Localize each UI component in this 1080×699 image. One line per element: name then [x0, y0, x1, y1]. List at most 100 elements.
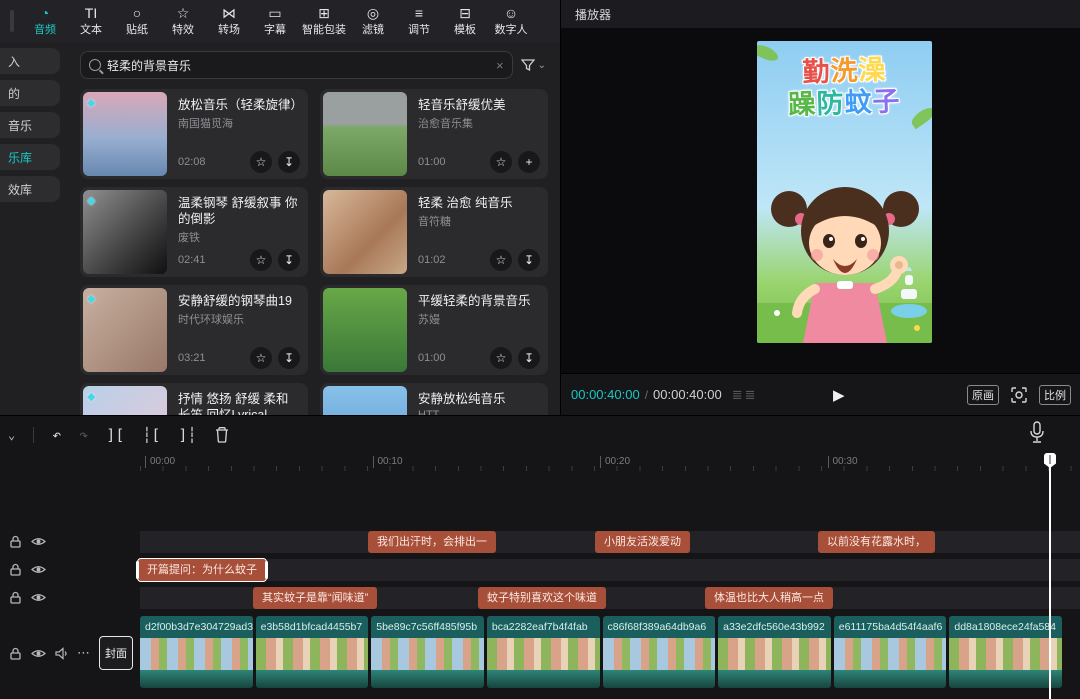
sidebar-item[interactable]: 音乐 ⌄ — [0, 112, 60, 138]
redo-icon[interactable]: ↷ — [79, 426, 88, 444]
record-microphone-icon[interactable] — [1028, 421, 1046, 445]
favorite-star-button[interactable]: ☆ — [250, 151, 272, 173]
top-tab[interactable]: TI 文本 — [68, 0, 114, 42]
aspect-ratio-button[interactable]: 比例 — [1039, 385, 1071, 405]
more-options-icon[interactable]: ⋯ — [77, 645, 91, 661]
sidebar-item[interactable]: 效库 ⌄ — [0, 176, 60, 202]
frame-list-icon[interactable]: ≣≣ — [732, 387, 758, 403]
timecode-separator: / — [645, 388, 648, 402]
subtitle-chip[interactable]: 蚊子特别喜欢这个味道 — [478, 587, 606, 609]
music-thumbnail: ◆ — [83, 92, 167, 176]
clip-filename: a33e2dfc560e43b992 — [718, 616, 831, 638]
top-tab-label: 滤镜 — [362, 23, 384, 37]
music-card[interactable]: 平缓轻柔的背景音乐 苏嫚 01:00 ☆ ↧ — [320, 285, 548, 375]
sidebar-item[interactable]: 的 ⌄ — [0, 80, 60, 106]
top-tab[interactable]: ◔ 音频 — [22, 0, 68, 42]
favorite-star-button[interactable]: ☆ — [490, 151, 512, 173]
eye-icon[interactable] — [31, 590, 46, 605]
subtitle-chip[interactable]: 体温也比大人稍高一点 — [705, 587, 833, 609]
download-add-button[interactable]: ↧ — [518, 347, 540, 369]
delete-trash-icon[interactable] — [214, 426, 230, 443]
favorite-star-button[interactable]: ☆ — [250, 347, 272, 369]
undo-icon[interactable]: ↶ — [52, 426, 61, 444]
fullscreen-focus-icon[interactable] — [1011, 387, 1027, 403]
sidebar-item[interactable]: 入 ⌄ — [0, 48, 60, 74]
video-clip[interactable]: a33e2dfc560e43b992 — [718, 616, 831, 688]
favorite-star-button[interactable]: ☆ — [490, 347, 512, 369]
download-add-button[interactable]: ↧ — [518, 249, 540, 271]
music-card[interactable]: ◆ 抒情 悠扬 舒缓 柔和 长笛 回忆Lyrical melodious ☆ ↧ — [80, 383, 308, 415]
clip-thumbnail-strip — [834, 638, 947, 670]
subtitle-chip[interactable]: 我们出汗时，会排出一 — [368, 531, 496, 553]
top-tab[interactable]: ☺ 数字人 — [488, 0, 534, 42]
vip-diamond-icon: ◆ — [87, 194, 95, 207]
music-card[interactable]: ◆ 安静舒缓的钢琴曲19 时代环球娱乐 03:21 ☆ ↧ — [80, 285, 308, 375]
video-clip[interactable]: e611175ba4d54f4aaf6 — [834, 616, 947, 688]
clip-audio-strip — [718, 670, 831, 688]
top-tab-label: 文本 — [80, 23, 102, 37]
lock-icon[interactable] — [8, 534, 23, 549]
video-clip[interactable]: dd8a1808ece24fa584 — [949, 616, 1062, 688]
video-clip[interactable]: bca2282eaf7b4f4fab — [487, 616, 600, 688]
video-clip[interactable]: d2f00b3d7e304729ad3 — [140, 616, 253, 688]
music-card-meta: 轻音乐舒缓优美 治愈音乐集 01:00 ☆ + — [410, 89, 548, 179]
favorite-star-button[interactable]: ☆ — [490, 249, 512, 271]
mute-speaker-icon[interactable] — [54, 646, 69, 661]
clip-thumbnail-strip — [487, 638, 600, 670]
music-card[interactable]: 轻柔 治愈 纯音乐 音符糖 01:02 ☆ ↧ — [320, 187, 548, 277]
split-icon[interactable]: ][ — [106, 426, 124, 444]
video-clip[interactable]: 5be89c7c56ff485f95b — [371, 616, 484, 688]
timeline-ruler[interactable]: 00:0000:1000:2000:30 — [140, 453, 1080, 475]
preview-stage[interactable]: 勤洗澡 躁防蚊子 — [561, 28, 1080, 373]
split-keep-left-icon[interactable]: ]┆ — [178, 426, 196, 444]
subtitle-chip[interactable]: 开篇提问：为什么蚊子 — [138, 559, 266, 581]
download-add-button[interactable]: + — [518, 151, 540, 173]
collapse-chevron-icon[interactable]: ⌄ — [8, 428, 15, 442]
split-keep-right-icon[interactable]: ┆[ — [142, 426, 160, 444]
favorite-star-button[interactable]: ☆ — [250, 249, 272, 271]
sidebar-item-label: 乐库 — [8, 149, 32, 166]
top-tab[interactable]: ◎ 滤镜 — [350, 0, 396, 42]
subtitle-chip[interactable]: 以前没有花露水时， — [818, 531, 935, 553]
eye-icon[interactable] — [31, 562, 46, 577]
music-artist: 废铁 — [178, 229, 300, 245]
lock-icon[interactable] — [8, 646, 23, 661]
video-clip[interactable]: c86f68f389a64db9a6 — [603, 616, 716, 688]
search-input[interactable] — [107, 58, 490, 72]
top-tab[interactable]: ▭ 字幕 — [252, 0, 298, 42]
eye-icon[interactable] — [31, 646, 46, 661]
music-title: 抒情 悠扬 舒缓 柔和 长笛 回忆Lyrical melodious — [178, 391, 300, 415]
search-box[interactable]: × — [80, 51, 513, 79]
download-add-button[interactable]: ↧ — [278, 249, 300, 271]
download-add-button[interactable]: ↧ — [278, 151, 300, 173]
top-tab[interactable]: ☆ 特效 — [160, 0, 206, 42]
filter-button[interactable]: ⌄ — [521, 59, 550, 71]
total-timecode: 00:00:40:00 — [653, 387, 722, 402]
music-card[interactable]: ◆ 放松音乐（轻柔旋律） 南国猫觅海 02:08 ☆ ↧ — [80, 89, 308, 179]
music-title: 轻音乐舒缓优美 — [418, 97, 540, 113]
music-thumbnail: ◆ — [83, 190, 167, 274]
music-card[interactable]: 轻音乐舒缓优美 治愈音乐集 01:00 ☆ + — [320, 89, 548, 179]
original-quality-button[interactable]: 原画 — [967, 385, 999, 405]
lock-icon[interactable] — [8, 590, 23, 605]
music-card[interactable]: 安静放松纯音乐 HTT ☆ ↧ — [320, 383, 548, 415]
eye-icon[interactable] — [31, 534, 46, 549]
cover-button[interactable]: 封面 — [99, 636, 133, 670]
sidebar-item[interactable]: 乐库 ⌄ — [0, 144, 60, 170]
lock-icon[interactable] — [8, 562, 23, 577]
top-tab[interactable]: ≡ 调节 — [396, 0, 442, 42]
top-tab-label: 音频 — [34, 23, 56, 37]
subtitle-chip[interactable]: 其实蚊子是靠“闻味道” — [253, 587, 377, 609]
music-card[interactable]: ◆ 温柔钢琴 舒缓叙事 你的倒影 废铁 02:41 ☆ ↧ — [80, 187, 308, 277]
top-tab[interactable]: ⊞ 智能包装 — [298, 0, 350, 42]
video-clip[interactable]: e3b58d1bfcad4455b7 — [256, 616, 369, 688]
top-tab[interactable]: ⋈ 转场 — [206, 0, 252, 42]
download-add-button[interactable]: ↧ — [278, 347, 300, 369]
top-tab[interactable]: ○ 贴纸 — [114, 0, 160, 42]
effects-icon: ☆ — [177, 5, 190, 21]
clear-search-icon[interactable]: × — [496, 58, 504, 73]
play-button[interactable]: ▶ — [833, 386, 845, 404]
subtitle-chip[interactable]: 小朋友活泼爱动 — [595, 531, 690, 553]
playhead[interactable] — [1049, 453, 1051, 699]
top-tab[interactable]: ⊟ 模板 — [442, 0, 488, 42]
